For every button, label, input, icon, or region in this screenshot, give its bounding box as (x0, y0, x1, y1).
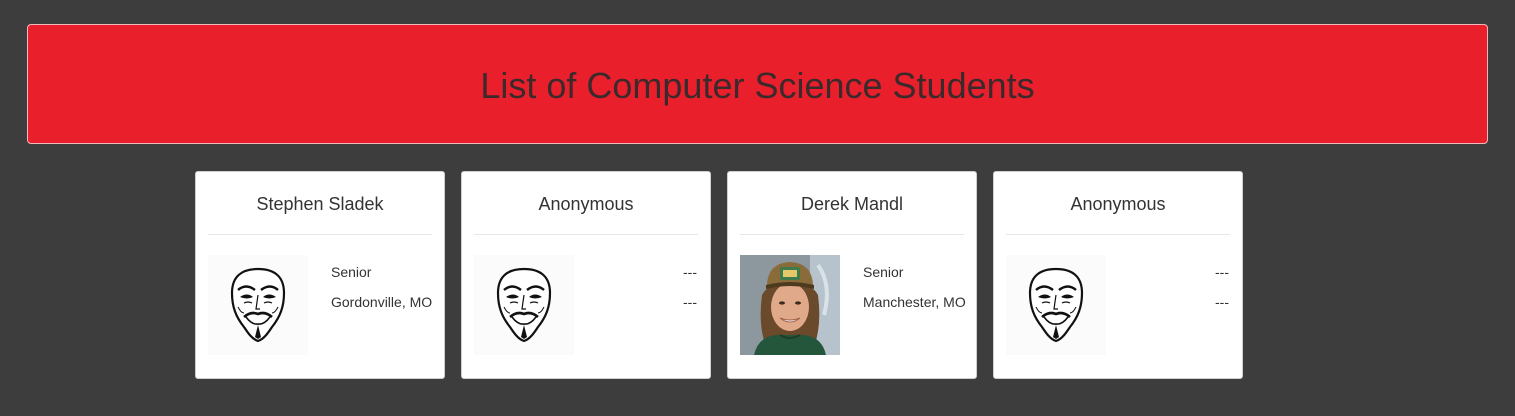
card-divider (1006, 234, 1230, 235)
student-details: --- --- (1215, 257, 1229, 317)
card-divider (740, 234, 964, 235)
page-header: List of Computer Science Students (27, 24, 1488, 144)
anonymous-mask-icon (474, 255, 574, 355)
student-hometown: Gordonville, MO (331, 294, 433, 310)
student-card-1: Stephen Sladek Senior Gordonville, MO (195, 171, 445, 379)
student-name: Anonymous (538, 194, 634, 214)
anonymous-mask-icon (208, 255, 308, 355)
student-hometown: --- (683, 294, 697, 310)
page-title: List of Computer Science Students (480, 65, 1035, 106)
student-class-year: --- (683, 264, 697, 280)
student-card-3: Derek Mandl Senior Manchester, MO (727, 171, 977, 379)
student-hometown: --- (1215, 294, 1229, 310)
card-divider (474, 234, 698, 235)
student-card-2: Anonymous --- --- (461, 171, 711, 379)
student-hometown: Manchester, MO (863, 294, 966, 310)
student-details: --- --- (683, 257, 697, 317)
card-divider (208, 234, 432, 235)
student-name: Anonymous (1070, 194, 1166, 214)
anonymous-mask-icon (1006, 255, 1106, 355)
student-details: Senior Manchester, MO (863, 257, 966, 317)
student-details: Senior Gordonville, MO (331, 257, 432, 317)
student-class-year: Senior (331, 264, 372, 280)
student-class-year: --- (1215, 264, 1229, 280)
student-name: Derek Mandl (800, 194, 904, 214)
student-portrait (740, 255, 840, 355)
student-class-year: Senior (863, 264, 904, 280)
student-name: Stephen Sladek (256, 194, 384, 214)
student-card-4: Anonymous --- --- (993, 171, 1243, 379)
